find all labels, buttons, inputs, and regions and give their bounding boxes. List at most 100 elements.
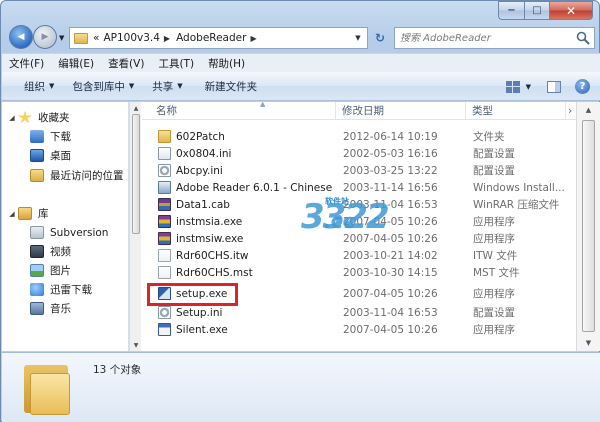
scrollbar-thumb[interactable] (132, 114, 140, 234)
star-icon (18, 111, 32, 123)
view-controls: ▼ ? (505, 72, 600, 101)
chevron-down-icon[interactable]: ▼ (526, 83, 531, 91)
sidebar-item-subversion[interactable]: Subversion (30, 223, 108, 242)
details-pane: 13 个对象 (2, 352, 600, 422)
breadcrumb-chevron-icon[interactable]: ▶ (164, 34, 170, 43)
back-button[interactable]: ◀ (9, 25, 33, 49)
sidebar-item-videos[interactable]: 视频 (30, 242, 71, 261)
ini-icon (158, 147, 171, 160)
menu-file[interactable]: 文件(F) (2, 56, 51, 71)
sidebar-item-thunder-downloads[interactable]: 迅雷下载 (30, 280, 92, 299)
winrar-exe-icon (158, 232, 171, 245)
share-label: 共享 (152, 80, 174, 93)
file-row[interactable]: Abcpy.ini 2003-03-25 13:22 配置设置 (142, 162, 576, 179)
forward-button[interactable]: ▶ (33, 25, 57, 49)
column-header-name[interactable]: ▲ 名称 (142, 102, 336, 119)
file-row[interactable]: Silent.exe 2007-04-05 10:26 应用程序 (142, 321, 576, 338)
file-type: 应用程序 (473, 216, 515, 228)
file-row[interactable]: 0x0804.ini 2002-05-03 16:16 配置设置 (142, 145, 576, 162)
close-button[interactable]: ✕ (549, 1, 593, 20)
file-type: 配置设置 (473, 307, 515, 319)
file-date: 2003-03-25 13:22 (343, 164, 438, 177)
recent-pages-dropdown[interactable]: ▼ (59, 34, 64, 42)
folder-icon (158, 130, 171, 143)
scrollbar-thumb[interactable] (582, 120, 595, 332)
downloads-folder-icon (30, 130, 44, 143)
sidebar-item-pictures[interactable]: 图片 (30, 261, 71, 280)
sidebar-item-favorites[interactable]: ◢ 收藏夹 (6, 108, 70, 127)
file-row[interactable]: 602Patch 2012-06-14 10:19 文件夹 (142, 128, 576, 145)
organize-button[interactable]: 组织 ▼ (18, 79, 60, 94)
new-folder-button[interactable]: 新建文件夹 (199, 79, 264, 94)
video-library-icon (30, 245, 44, 258)
file-type: 应用程序 (473, 233, 515, 245)
column-header-date[interactable]: 修改日期 (336, 102, 466, 119)
refresh-icon[interactable]: ↻ (371, 27, 389, 49)
breadcrumb-chevron-icon[interactable]: ▶ (250, 34, 256, 43)
column-header-type[interactable]: 类型 (466, 102, 566, 119)
ini-gear-icon (158, 306, 171, 319)
search-box[interactable] (394, 27, 595, 49)
pictures-library-icon (30, 264, 44, 277)
recent-places-icon (30, 169, 44, 182)
menu-help[interactable]: 帮助(H) (201, 56, 252, 71)
sidebar-item-downloads[interactable]: 下载 (30, 127, 71, 146)
column-header-label: 名称 (156, 105, 177, 117)
share-button[interactable]: 共享 ▼ (146, 79, 188, 94)
organize-label: 组织 (24, 80, 45, 93)
file-row[interactable]: Setup.ini 2003-11-04 16:53 配置设置 (142, 304, 576, 321)
search-input[interactable] (395, 32, 571, 44)
highlight-box (147, 283, 238, 306)
menu-edit[interactable]: 编辑(E) (51, 56, 101, 71)
breadcrumb-item[interactable]: AdobeReader (176, 32, 246, 44)
sidebar-item-music[interactable]: 音乐 (30, 299, 71, 318)
scroll-up-icon[interactable]: ▲ (130, 102, 142, 114)
scroll-up-icon[interactable]: ▲ (577, 102, 600, 118)
thunder-download-icon (30, 283, 44, 296)
view-options-icon[interactable] (505, 80, 520, 93)
sidebar-item-label: Subversion (50, 226, 109, 239)
preview-pane-icon[interactable] (547, 80, 561, 93)
breadcrumb-item[interactable]: AP100v3.4 (103, 32, 159, 44)
help-icon[interactable]: ? (575, 79, 590, 94)
new-folder-label: 新建文件夹 (204, 80, 258, 93)
file-name-cell: Rdr60CHS.itw (142, 249, 336, 262)
winrar-exe-icon (158, 215, 171, 228)
file-name: Data1.cab (176, 198, 230, 211)
column-header-label: 类型 (472, 105, 493, 117)
include-in-library-button[interactable]: 包含到库中 ▼ (66, 79, 140, 94)
file-type: 文件夹 (473, 131, 505, 143)
expand-arrow-icon[interactable]: ◢ (6, 210, 18, 218)
address-dropdown-icon[interactable]: ▼ (349, 28, 367, 48)
menu-view[interactable]: 查看(V) (101, 56, 151, 71)
scroll-down-icon[interactable]: ▼ (577, 335, 600, 351)
explorer-window: − □ ✕ ◀ ▶ ▼ « AP100v3.4 ▶ AdobeReader ▶ … (0, 0, 600, 422)
column-header-more[interactable]: › (566, 102, 576, 119)
file-row[interactable]: Rdr60CHS.mst 2003-10-30 14:15 MST 文件 (142, 264, 576, 281)
address-bar[interactable]: « AP100v3.4 ▶ AdobeReader ▶ ▼ (69, 27, 368, 49)
menu-bar: 文件(F) 编辑(E) 查看(V) 工具(T) 帮助(H) (2, 53, 600, 72)
file-name: Rdr60CHS.mst (176, 266, 253, 279)
subversion-library-icon (30, 226, 44, 239)
scroll-down-icon[interactable]: ▼ (130, 339, 142, 351)
breadcrumb-overflow[interactable]: « (93, 32, 99, 44)
sidebar-item-label: 音乐 (50, 303, 71, 315)
sidebar-item-desktop[interactable]: 桌面 (30, 146, 71, 165)
maximize-button[interactable]: □ (524, 1, 549, 20)
file-name: instmsiw.exe (176, 232, 244, 245)
file-date: 2002-05-03 16:16 (343, 147, 438, 160)
sidebar-item-recent-places[interactable]: 最近访问的位置 (30, 166, 124, 185)
chevron-down-icon: ▼ (177, 82, 183, 90)
sidebar-item-label: 桌面 (50, 150, 71, 162)
file-row[interactable]: Rdr60CHS.itw 2003-10-21 14:02 ITW 文件 (142, 247, 576, 264)
minimize-button[interactable]: − (498, 1, 524, 20)
menu-tools[interactable]: 工具(T) (151, 56, 201, 71)
file-date: 2003-10-30 14:15 (343, 266, 438, 279)
file-list-scrollbar[interactable]: ▲ ▼ (576, 102, 600, 351)
sidebar-item-libraries[interactable]: ◢ 库 (6, 204, 49, 223)
expand-arrow-icon[interactable]: ◢ (6, 114, 18, 122)
command-bar: 组织 ▼ 包含到库中 ▼ 共享 ▼ 新建文件夹 ▼ ? (2, 72, 600, 101)
search-icon[interactable] (576, 31, 590, 45)
navigation-pane-scrollbar[interactable]: ▲ ▼ (129, 102, 141, 351)
file-name-cell: Setup.ini (142, 306, 336, 319)
